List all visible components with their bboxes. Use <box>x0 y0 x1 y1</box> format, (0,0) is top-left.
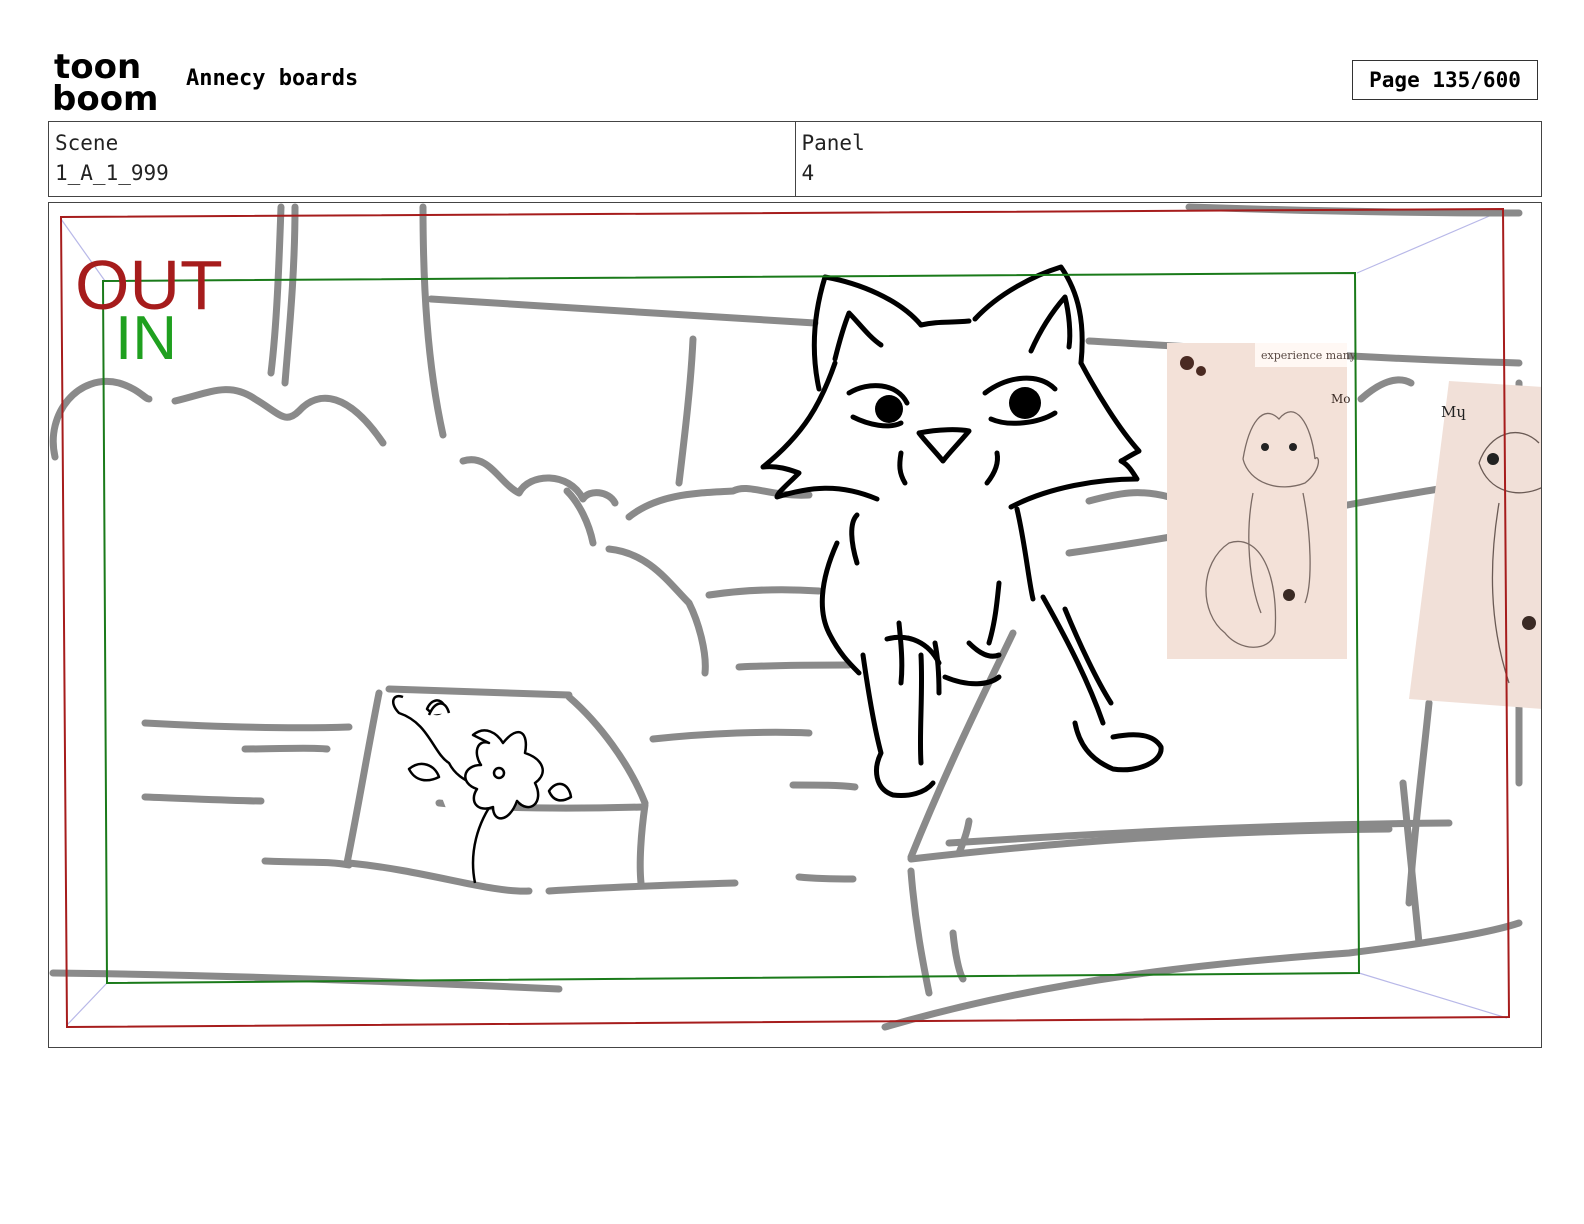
panel-value: 4 <box>801 161 815 185</box>
panel-cell: Panel 4 <box>794 122 1542 196</box>
scene-label: Scene <box>55 131 119 155</box>
storyboard-panel: experience many Mo Mɥ OUT IN <box>48 202 1542 1048</box>
scene-panel-table: Scene 1_A_1_999 Panel 4 <box>48 121 1542 197</box>
page-indicator: Page 135/600 <box>1352 60 1538 100</box>
card-text-2: Mo <box>1331 392 1351 406</box>
logo-text-bottom: boom <box>52 79 158 112</box>
card-text-1: experience many <box>1261 349 1357 362</box>
flower-sketch <box>391 694 573 884</box>
panel-sketch: experience many Mo Mɥ OUT IN <box>49 203 1541 1031</box>
toon-boom-logo: toon boom <box>52 50 158 112</box>
in-label: IN <box>115 304 177 373</box>
fox-character <box>760 264 1164 798</box>
reference-card-2: Mɥ <box>1409 381 1541 709</box>
card2-text: Mɥ <box>1441 403 1466 421</box>
scene-cell: Scene 1_A_1_999 <box>49 122 795 196</box>
scene-value: 1_A_1_999 <box>55 161 169 185</box>
fox-eye-right <box>1009 387 1041 419</box>
reference-card-1: experience many Mo <box>1167 343 1357 659</box>
panel-label: Panel <box>801 131 865 155</box>
fox-eye-left <box>875 395 903 423</box>
document-title: Annecy boards <box>186 66 359 91</box>
